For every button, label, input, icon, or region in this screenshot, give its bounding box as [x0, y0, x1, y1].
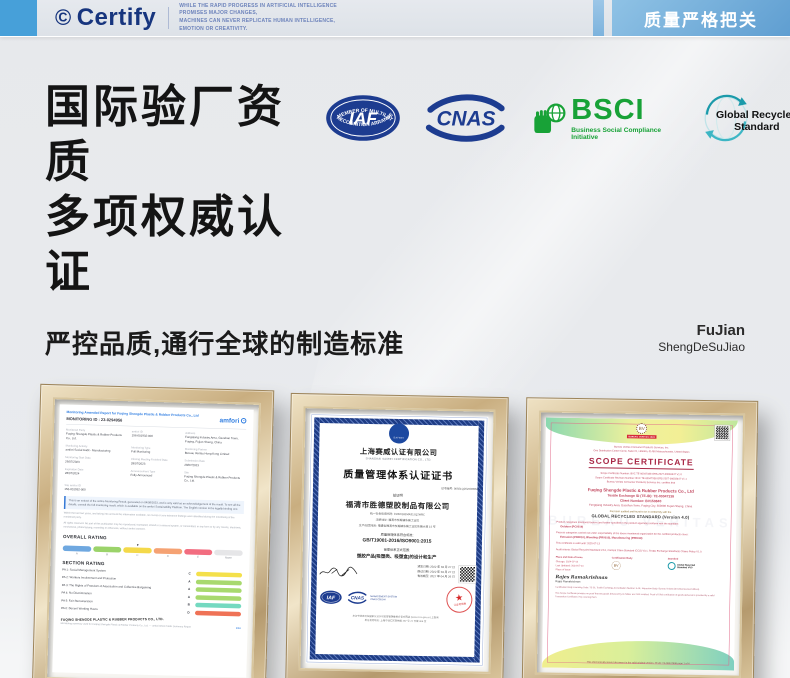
- certification-badges: MEMBER OF MULTILATERAL RECOGNITION ARRAN…: [325, 92, 752, 144]
- hero-section: 国际验厂资质 多项权威认证 MEMBER OF MULTILATERAL REC…: [0, 36, 790, 300]
- certification-body-column: Certification Body BV: [612, 556, 668, 573]
- grs-badge-icon: Global Recycled Standard: [700, 92, 752, 144]
- header-accent-square: [0, 0, 37, 36]
- doc-footer-text: Monitoring summary used for Fuqing Sheng…: [61, 622, 191, 628]
- field-cell: Monitoring Partner Bureau Veritas Hong K…: [185, 447, 246, 456]
- note-box: This is an extract of the online Monitor…: [64, 496, 244, 514]
- monitoring-fields: Monitored Party Fuqing Shengde Plastic &…: [64, 428, 246, 496]
- brand-logo: © Certify: [55, 4, 156, 32]
- cnas-mini-icon: CNAS: [346, 590, 368, 604]
- field-cell: Announcement Type Fully-Announced: [130, 469, 179, 482]
- rating-segment: ▼ B: [93, 543, 122, 557]
- bsci-monitoring-document: Monitoring Amended Report for Fuqing She…: [52, 404, 253, 677]
- svg-text:CNAS: CNAS: [351, 595, 365, 600]
- rating-segment: ▼ E: [184, 545, 213, 559]
- certificate-holder: 福清市胜德塑胶制品有限公司: [318, 498, 477, 512]
- red-stamp-icon: ★ 认证专用章: [445, 585, 474, 614]
- rating-segment: ▼ D: [154, 544, 183, 558]
- field-cell: Closing Meeting Finished Date 28/07/2023: [131, 458, 180, 467]
- rating-segment: ▼ A: [63, 542, 92, 556]
- certificate-number: 证书编号: 00921Q20269R0M: [318, 484, 477, 491]
- certificate-frame-iso9001: ᭍᭍᭍ SAIWEI 上海赛威认证有限公司 SHANGHAI SAIWEI CE…: [285, 392, 509, 678]
- company-stamp-text: FUQING SHENGDE PLASTIC & RUBBER PRODUCTS…: [61, 617, 169, 622]
- fine-print-2: This Scope Certificate provides no proof…: [555, 591, 723, 600]
- iaf-badge-icon: MEMBER OF MULTILATERAL RECOGNITION ARRAN…: [325, 94, 401, 142]
- scope-certificate-title: SCOPE CERTIFICATE: [589, 456, 694, 470]
- proof-label: 兹证明: [318, 491, 477, 499]
- title-line-2: 多项权威认证: [45, 190, 325, 300]
- svg-text:IAF: IAF: [327, 595, 336, 601]
- header-accent-stripe: [593, 0, 604, 36]
- field-cell: amfori ID 156-001932-000: [131, 430, 180, 443]
- header-tagline: WHILE THE RAPID PROGRESS IN ARTIFICIAL I…: [179, 3, 337, 34]
- certificate-number-lines: Scope Certificate Number: BVC TE-0004733…: [557, 470, 725, 485]
- amfori-circle-icon: [241, 417, 247, 423]
- cnas-badge-icon: CNAS: [421, 92, 511, 144]
- grs-badge-text: Global Recycled Standard: [716, 109, 790, 133]
- section-rating-rows: PA 1: Social Management System C PA 2: W…: [61, 568, 242, 616]
- certificate-title: 质量管理体系认证证书: [319, 465, 478, 483]
- grs-scope-certificate: This electronically issued document is t…: [542, 417, 738, 670]
- certificate-frame-grs: This electronically issued document is t…: [522, 397, 759, 678]
- top-bar: © Certify WHILE THE RAPID PROGRESS IN AR…: [0, 0, 790, 36]
- field-cell: Monitored Party Fuqing Shengde Plastic &…: [66, 428, 127, 442]
- standard-column: Standard Global Recycled Standard V4.0: [668, 557, 724, 574]
- iaf-mini-icon: IAF: [319, 589, 342, 604]
- bv-mini-seal-icon: BV: [612, 561, 621, 570]
- bsci-badge-text: BSCI Business Social Compliance Initiati…: [571, 96, 680, 141]
- rating-segment: ▼ C: [123, 543, 152, 557]
- issuer-lines: Bureau Veritas Consumer Products Service…: [557, 444, 725, 454]
- audit-criteria: Audit criteria: Global Recycled Standard…: [556, 547, 724, 554]
- field-cell: Monitoring Activity amfori Social Audit …: [65, 444, 126, 453]
- header-divider: [168, 7, 169, 29]
- page-number: 1/13: [236, 627, 241, 630]
- legal-paragraphs: Within the last two years, and taking in…: [63, 511, 243, 534]
- field-cell: Site amfori ID 156-001932-000: [64, 483, 125, 492]
- brand-logo-text: Certify: [77, 4, 157, 32]
- amfori-logo: amfori: [219, 414, 246, 425]
- subtitle-section: 严控品质,通行全球的制造标准 FuJian ShengDeSuJiao: [0, 300, 790, 361]
- certificate-dates: 颁发日期: 2022 年 04 月 27 日换证日期: 2022 年 04 月 …: [417, 565, 455, 580]
- certificate-footer: 本证书信息可在国家认证认可监督管理委员会官方网站 (www.cnca.gov.c…: [316, 614, 475, 624]
- field-cell: Site Fuqing Shengde Plastic & Rubber Pro…: [184, 471, 245, 485]
- certificate-frame-bsci: Monitoring Amended Report for Fuqing She…: [32, 383, 275, 678]
- tagline-line: MACHINES CAN NEVER REPLICATE HUMAN INTEL…: [179, 18, 337, 26]
- rating-segment: ▼ None: [214, 546, 243, 560]
- operating-address: 生产/经营地址: 福建省福清市东瀚镇东瀚工业区东瀚大道 15 号: [318, 523, 477, 530]
- page-title: 国际验厂资质 多项权威认证: [45, 80, 325, 300]
- brand-english: FuJian ShengDeSuJiao: [658, 322, 745, 354]
- svg-text:IAF: IAF: [348, 108, 378, 128]
- signature-icon: [317, 563, 365, 581]
- validity-line: This certificate is valid until: 2025-07…: [556, 540, 724, 547]
- field-cell: Expiration Date 28/07/2024: [65, 467, 126, 481]
- iso9001-certificate: ᭍᭍᭍ SAIWEI 上海赛威认证有限公司 SHANGHAI SAIWEI CE…: [306, 413, 489, 666]
- fine-print-1: Certification Body Licensing Code: TE-01…: [555, 585, 723, 591]
- tagline-line: PROMISES MAJOR CHANGES,: [179, 10, 337, 18]
- field-cell: Address Fengqiang Industry Area, Gaoshan…: [185, 431, 246, 445]
- grs-mini-logo-icon: Global Recycled Standard V4.0: [668, 562, 724, 571]
- quality-banner: 质量严格把关: [612, 0, 790, 36]
- field-cell: Monitoring Start Date 26/07/2023: [65, 456, 126, 465]
- page: © Certify WHILE THE RAPID PROGRESS IN AR…: [0, 0, 790, 678]
- qr-code: [459, 565, 476, 582]
- title-line-1: 国际验厂资质: [45, 80, 325, 190]
- copyright-icon: ©: [55, 5, 72, 31]
- cnas-registration-text: MANAGEMENT SYSTEM CNAS C001-M: [370, 595, 397, 602]
- certifier-logo: ᭍᭍᭍ SAIWEI: [389, 423, 409, 443]
- certificates-row: Monitoring Amended Report for Fuqing She…: [0, 361, 790, 678]
- bsci-badge-icon: BSCI Business Social Compliance Initiati…: [531, 96, 680, 141]
- field-cell: Monitoring Type Full Monitoring: [131, 446, 180, 455]
- field-cell: Submission Date 28/07/2023: [184, 459, 245, 468]
- tagline-line: WHILE THE RAPID PROGRESS IN ARTIFICIAL I…: [179, 3, 337, 11]
- subtitle-text: 严控品质,通行全球的制造标准: [45, 324, 404, 361]
- overall-rating-scale: ▼ A ▼ B ▼ C: [63, 542, 243, 560]
- tagline-line: EMOTION OR CREATIVITY.: [179, 26, 337, 34]
- issue-column: Place and Date of Issue Chicago, 2024-07…: [556, 555, 612, 572]
- svg-text:CNAS: CNAS: [436, 107, 495, 130]
